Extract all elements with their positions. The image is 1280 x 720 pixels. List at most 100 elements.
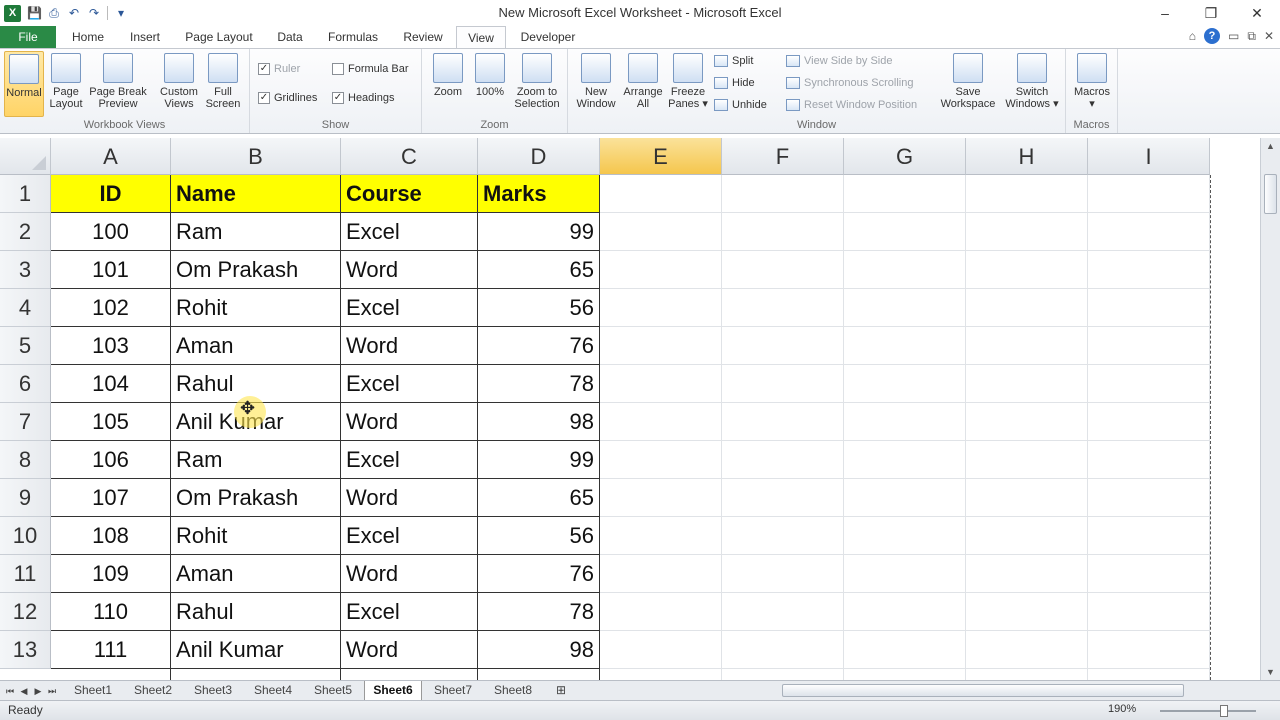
cell-h3[interactable]	[966, 251, 1088, 289]
cell-h1[interactable]	[966, 175, 1088, 213]
cell-h6[interactable]	[966, 365, 1088, 403]
tab-page-layout[interactable]: Page Layout	[178, 26, 260, 48]
cell-d9[interactable]: 65	[478, 479, 600, 517]
cell-i4[interactable]	[1088, 289, 1210, 327]
scroll-up-icon[interactable]: ▲	[1261, 138, 1280, 154]
cell-c7[interactable]: Word	[341, 403, 478, 441]
cell-g10[interactable]	[844, 517, 966, 555]
zoom-100-button[interactable]: 100%	[472, 51, 508, 98]
column-header-h[interactable]: H	[966, 138, 1088, 175]
cell-d12[interactable]: 78	[478, 593, 600, 631]
cell-i6[interactable]	[1088, 365, 1210, 403]
cell-b2[interactable]: Ram	[171, 213, 341, 251]
cell-f14[interactable]	[722, 669, 844, 680]
cell-e4[interactable]	[600, 289, 722, 327]
help-icon[interactable]: ?	[1204, 28, 1221, 44]
cell-f2[interactable]	[722, 213, 844, 251]
row-header-6[interactable]: 6	[0, 365, 51, 403]
cell-a6[interactable]: 104	[51, 365, 171, 403]
cell-a3[interactable]: 101	[51, 251, 171, 289]
cell-i12[interactable]	[1088, 593, 1210, 631]
row-header-12[interactable]: 12	[0, 593, 51, 631]
column-header-a[interactable]: A	[51, 138, 171, 175]
cell-h13[interactable]	[966, 631, 1088, 669]
last-sheet-icon[interactable]: ⏭	[46, 683, 58, 699]
cell-b10[interactable]: Rohit	[171, 517, 341, 555]
workbook-minimize-icon[interactable]: ▭	[1228, 29, 1239, 43]
restore-button[interactable]: ❐	[1188, 0, 1234, 26]
cell-b4[interactable]: Rohit	[171, 289, 341, 327]
cell-e1[interactable]	[600, 175, 722, 213]
row-header-13[interactable]: 13	[0, 631, 51, 669]
cell-h11[interactable]	[966, 555, 1088, 593]
cell-g4[interactable]	[844, 289, 966, 327]
sheet-tab-sheet1[interactable]: Sheet1	[64, 681, 122, 700]
tab-review[interactable]: Review	[394, 26, 452, 48]
cell-e14[interactable]	[600, 669, 722, 680]
cell-f5[interactable]	[722, 327, 844, 365]
cell-a14[interactable]	[51, 669, 171, 680]
cell-a7[interactable]: 105	[51, 403, 171, 441]
cell-c6[interactable]: Excel	[341, 365, 478, 403]
freeze-panes-button[interactable]: Freeze Panes ▾	[666, 51, 710, 110]
macros-button[interactable]: Macros ▾	[1070, 51, 1114, 110]
column-header-e[interactable]: E	[600, 138, 722, 175]
close-button[interactable]: ✕	[1234, 0, 1280, 26]
cell-h12[interactable]	[966, 593, 1088, 631]
cell-a11[interactable]: 109	[51, 555, 171, 593]
row-header-1[interactable]: 1	[0, 175, 51, 213]
row-header-8[interactable]: 8	[0, 441, 51, 479]
cell-i11[interactable]	[1088, 555, 1210, 593]
scroll-down-icon[interactable]: ▼	[1261, 664, 1280, 680]
cell-f8[interactable]	[722, 441, 844, 479]
cell-f12[interactable]	[722, 593, 844, 631]
cell-g1[interactable]	[844, 175, 966, 213]
minimize-button[interactable]: –	[1142, 0, 1188, 26]
split-button[interactable]: Split	[714, 55, 753, 67]
reset-window-position-button[interactable]: Reset Window Position	[786, 99, 917, 111]
tab-view[interactable]: View	[456, 26, 506, 49]
cell-e10[interactable]	[600, 517, 722, 555]
vertical-scroll-thumb[interactable]	[1264, 174, 1277, 214]
headings-checkbox[interactable]: ✓ Headings	[332, 92, 394, 104]
cell-i1[interactable]	[1088, 175, 1210, 213]
custom-views-button[interactable]: Custom Views	[156, 51, 202, 110]
tab-formulas[interactable]: Formulas	[320, 26, 386, 48]
cell-e12[interactable]	[600, 593, 722, 631]
cell-c2[interactable]: Excel	[341, 213, 478, 251]
cell-h14[interactable]	[966, 669, 1088, 680]
cell-i7[interactable]	[1088, 403, 1210, 441]
column-header-d[interactable]: D	[478, 138, 600, 175]
cell-d4[interactable]: 56	[478, 289, 600, 327]
switch-windows-button[interactable]: Switch Windows ▾	[1002, 51, 1062, 110]
cell-i5[interactable]	[1088, 327, 1210, 365]
cell-g8[interactable]	[844, 441, 966, 479]
cell-d5[interactable]: 76	[478, 327, 600, 365]
cell-a12[interactable]: 110	[51, 593, 171, 631]
row-header-5[interactable]: 5	[0, 327, 51, 365]
cell-a1[interactable]: ID	[51, 175, 171, 213]
row-header-11[interactable]: 11	[0, 555, 51, 593]
horizontal-scroll-thumb[interactable]	[782, 684, 1184, 697]
cell-b5[interactable]: Aman	[171, 327, 341, 365]
column-header-i[interactable]: I	[1088, 138, 1210, 175]
cell-a10[interactable]: 108	[51, 517, 171, 555]
cell-g3[interactable]	[844, 251, 966, 289]
tab-file[interactable]: File	[0, 26, 56, 48]
cell-a4[interactable]: 102	[51, 289, 171, 327]
sheet-tab-sheet7[interactable]: Sheet7	[424, 681, 482, 700]
cell-b8[interactable]: Ram	[171, 441, 341, 479]
cell-b12[interactable]: Rahul	[171, 593, 341, 631]
vertical-scrollbar[interactable]: ▲ ▼	[1260, 138, 1280, 680]
save-workspace-button[interactable]: Save Workspace	[936, 51, 1000, 110]
cell-f11[interactable]	[722, 555, 844, 593]
cell-g14[interactable]	[844, 669, 966, 680]
cell-a2[interactable]: 100	[51, 213, 171, 251]
first-sheet-icon[interactable]: ⏮	[4, 683, 16, 699]
cell-f4[interactable]	[722, 289, 844, 327]
cell-h9[interactable]	[966, 479, 1088, 517]
cell-e9[interactable]	[600, 479, 722, 517]
cell-e5[interactable]	[600, 327, 722, 365]
row-header-3[interactable]: 3	[0, 251, 51, 289]
row-header-9[interactable]: 9	[0, 479, 51, 517]
